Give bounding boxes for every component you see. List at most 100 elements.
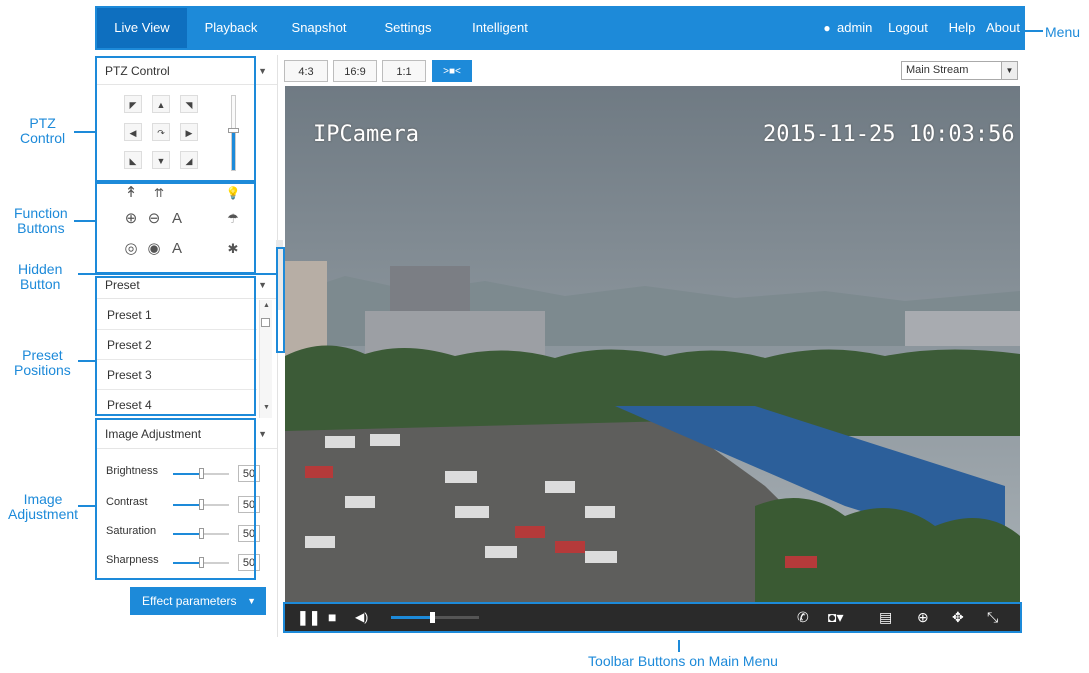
menu-playback[interactable]: Playback (187, 8, 275, 48)
saturation-value[interactable]: 50 (238, 525, 260, 542)
sharpness-slider[interactable] (173, 557, 229, 568)
video-control-bar: ❚❚ ■ ◀) ✆ ◘▾ ▤ ⊕ ✥ ⤡ (285, 604, 1020, 631)
ptz-auto-button[interactable]: ↷ (152, 123, 170, 141)
ptz-left-button[interactable]: ◀ (124, 123, 142, 141)
chevron-down-icon[interactable]: ▼ (258, 419, 267, 449)
ptz-speed-slider[interactable] (228, 95, 239, 171)
preset-leader-line (78, 360, 95, 362)
effect-parameters-button[interactable]: Effect parameters ▼ (130, 587, 266, 615)
ptz-callout: PTZ Control (20, 115, 66, 146)
chevron-down-icon[interactable]: ▼ (258, 271, 267, 299)
ptz-down-right-button[interactable]: ◢ (180, 151, 198, 169)
volume-icon[interactable]: ◀) (355, 608, 368, 626)
ratio-16-9-button[interactable]: 16:9 (333, 60, 377, 82)
hidden-button-callout: Hidden Button (18, 261, 63, 292)
hidden-collapse-button[interactable] (276, 240, 283, 310)
volume-thumb[interactable] (430, 612, 436, 623)
ptz-down-left-button[interactable]: ◣ (124, 151, 142, 169)
slider-thumb[interactable] (199, 499, 204, 510)
contrast-slider[interactable] (173, 499, 229, 510)
auto-iris-icon[interactable]: A (167, 239, 187, 259)
menu-snapshot[interactable]: Snapshot (275, 8, 363, 48)
scroll-up-icon[interactable]: ▲ (263, 302, 270, 309)
preset-item[interactable]: Preset 3 (97, 360, 257, 390)
saturation-slider[interactable] (173, 528, 229, 539)
fullscreen-icon[interactable]: ⤡ (987, 608, 998, 626)
slider-fill (173, 504, 201, 506)
heater-icon[interactable]: ✱ (223, 239, 243, 259)
pause-icon[interactable]: ❚❚ (297, 608, 320, 626)
ptz-section-title: PTZ Control (105, 64, 170, 78)
effect-parameters-label: Effect parameters (142, 594, 237, 608)
video-osd-name: IPCamera (313, 122, 419, 147)
slider-thumb[interactable] (199, 468, 204, 479)
menu-live-view[interactable]: Live View (97, 8, 187, 48)
preset-item[interactable]: Preset 2 (97, 330, 257, 360)
volume-slider[interactable] (391, 612, 479, 623)
record-icon[interactable]: ▤ (879, 608, 892, 626)
brightness-value[interactable]: 50 (238, 465, 260, 482)
fit-window-button[interactable]: >■< (432, 60, 472, 82)
ratio-4-3-button[interactable]: 4:3 (284, 60, 328, 82)
slider-fill (173, 533, 201, 535)
ptz-up-left-button[interactable]: ◤ (124, 95, 142, 113)
stop-icon[interactable]: ■ (328, 608, 336, 626)
chevron-down-icon[interactable]: ▼ (258, 57, 267, 85)
ptz-right-button[interactable]: ▶ (180, 123, 198, 141)
camera-icon[interactable]: ◘▾ (828, 608, 843, 626)
ptz-section-header[interactable]: PTZ Control ▼ (97, 57, 277, 85)
live-video[interactable]: IPCamera 2015-11-25 10:03:56 (285, 86, 1020, 604)
brightness-label: Brightness (106, 465, 158, 477)
ptz-up-right-button[interactable]: ◥ (180, 95, 198, 113)
image-adjustment-callout: Image Adjustment (8, 491, 79, 522)
user-name: admin (837, 20, 873, 35)
toolbar-leader-line (678, 640, 680, 652)
chevron-down-icon[interactable]: ▼ (1001, 62, 1017, 79)
iris-close-icon[interactable]: ◉ (144, 239, 164, 259)
preset-item[interactable]: Preset 1 (97, 300, 257, 330)
ptz-speed-thumb[interactable] (228, 128, 239, 133)
logout-link[interactable]: Logout (883, 8, 933, 48)
zoom-in-icon[interactable]: ⊕ (121, 209, 141, 229)
wiper-icon[interactable]: ☂ (223, 209, 243, 229)
brightness-slider[interactable] (173, 468, 229, 479)
about-link[interactable]: About (983, 8, 1023, 48)
slider-thumb[interactable] (199, 557, 204, 568)
volume-fill (391, 616, 433, 619)
image-adjustment-header[interactable]: Image Adjustment ▼ (97, 419, 277, 449)
ptz-leader-line (74, 131, 95, 133)
menu-intelligent[interactable]: Intelligent (453, 8, 547, 48)
toolbar-callout: Toolbar Buttons on Main Menu (588, 653, 778, 669)
stream-select[interactable]: Main Stream ▼ (901, 61, 1018, 80)
preset-scrollbar[interactable]: ▲ ▼ (259, 300, 272, 418)
contrast-value[interactable]: 50 (238, 496, 260, 513)
slider-fill (173, 473, 201, 475)
iris-open-icon[interactable]: ◎ (121, 239, 141, 259)
ptz-down-button[interactable]: ▼ (152, 151, 170, 169)
function-leader-line (74, 220, 95, 222)
ptz-up-button[interactable]: ▲ (152, 95, 170, 113)
focus-near-icon[interactable]: ↟ (121, 183, 141, 203)
scroll-down-icon[interactable]: ▼ (263, 404, 270, 411)
preset-item[interactable]: Preset 4 (97, 390, 257, 420)
menu-settings[interactable]: Settings (363, 8, 453, 48)
preset-section-header[interactable]: Preset ▼ (97, 271, 277, 299)
slider-thumb[interactable] (199, 528, 204, 539)
light-icon[interactable]: 💡 (223, 183, 243, 203)
user-icon: ● (823, 21, 831, 35)
zoom-out-icon[interactable]: ⊖ (144, 209, 164, 229)
ptz-move-icon[interactable]: ✥ (952, 608, 964, 626)
ratio-1-1-button[interactable]: 1:1 (382, 60, 426, 82)
main-menu-bar: Live View Playback Snapshot Settings Int… (97, 8, 1023, 48)
view-toolbar: 4:3 16:9 1:1 >■< Main Stream ▼ (284, 58, 1021, 84)
sharpness-value[interactable]: 50 (238, 554, 260, 571)
preset-callout: Preset Positions (14, 347, 71, 378)
help-link[interactable]: Help (945, 8, 979, 48)
focus-far-icon[interactable]: ⇈ (149, 183, 169, 203)
zoom-icon[interactable]: ⊕ (917, 608, 929, 626)
menu-callout: Menu (1045, 24, 1081, 40)
saturation-label: Saturation (106, 525, 157, 537)
scroll-thumb[interactable] (261, 318, 270, 327)
auto-focus-icon[interactable]: A (167, 209, 187, 229)
phone-icon[interactable]: ✆ (797, 608, 809, 626)
